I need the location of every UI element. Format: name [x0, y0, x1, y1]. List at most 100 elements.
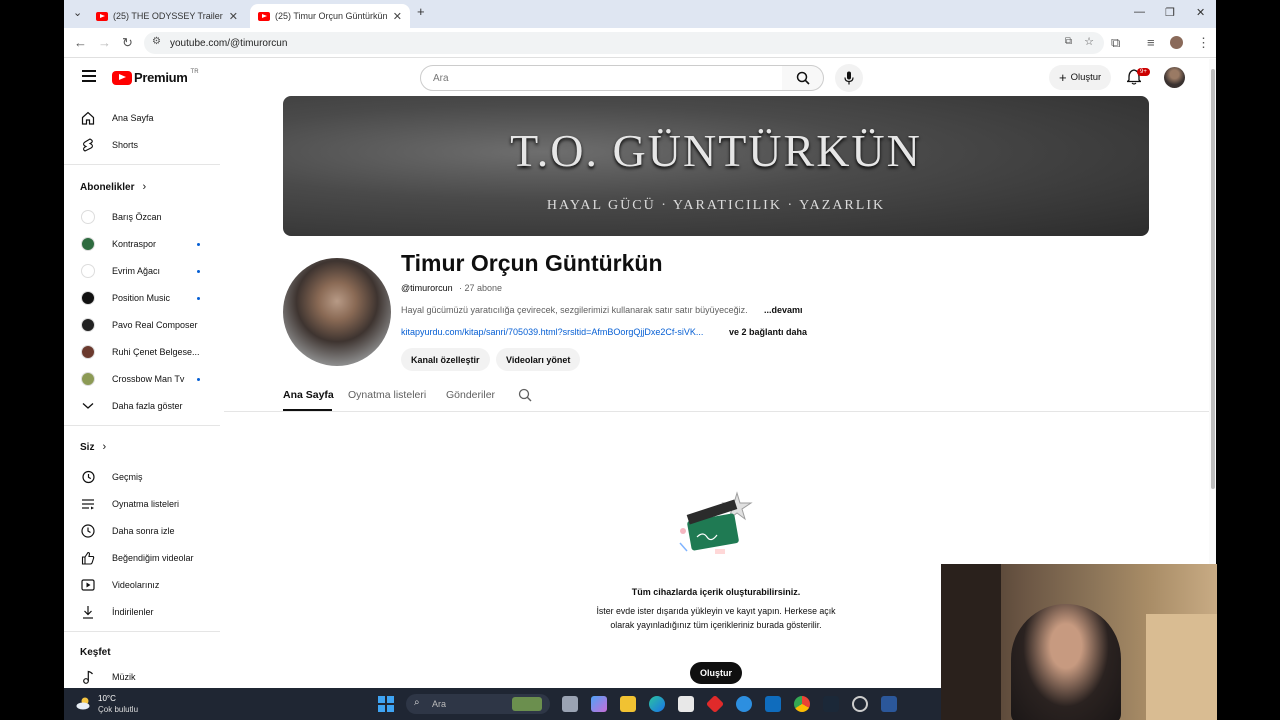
create-button[interactable]: + Oluştur: [1049, 65, 1112, 90]
shorts-icon: [80, 137, 96, 153]
more-links-button[interactable]: ve 2 bağlantı daha: [729, 327, 807, 337]
banner-title: T.O. GÜNTÜRKÜN: [510, 125, 922, 176]
app-red-icon[interactable]: [705, 694, 725, 714]
search-input[interactable]: Ara: [420, 65, 783, 91]
channel-search-icon[interactable]: [518, 388, 532, 402]
search-icon: ⌕: [414, 697, 420, 708]
sidebar-item-history[interactable]: Geçmiş: [80, 467, 216, 487]
close-window-icon[interactable]: ✕: [1196, 6, 1205, 19]
sidebar-item-music[interactable]: Müzik: [80, 667, 216, 687]
wall: [1146, 614, 1217, 720]
back-icon[interactable]: ←: [74, 35, 87, 50]
sidebar-item-liked-videos[interactable]: Beğendiğim videolar: [80, 548, 216, 568]
edge-icon[interactable]: [649, 696, 665, 712]
new-tab-icon[interactable]: +: [417, 4, 425, 19]
reload-icon[interactable]: ↻: [122, 35, 133, 51]
address-bar[interactable]: ⚙ youtube.com/@timurorcun ⧉ ☆: [144, 32, 1104, 54]
search-button[interactable]: [782, 65, 824, 91]
subscription-item[interactable]: Barış Özcan: [80, 207, 216, 227]
cloudy-weather-icon[interactable]: [76, 696, 92, 710]
tab-posts[interactable]: Gönderiler: [446, 389, 495, 401]
tab-playlists[interactable]: Oynatma listeleri: [348, 389, 426, 401]
sidebar-item-playlists[interactable]: Oynatma listeleri: [80, 494, 216, 514]
steam-icon[interactable]: [823, 696, 839, 712]
sidebar-item-label: Videolarınız: [112, 580, 160, 590]
task-view-icon[interactable]: [562, 696, 578, 712]
channel-banner: T.O. GÜNTÜRKÜN HAYAL GÜCÜ · YARATICILIK …: [283, 96, 1149, 236]
empty-state-create-button[interactable]: Oluştur: [690, 662, 742, 684]
banner-subtitle: HAYAL GÜCÜ · YARATICILIK · YAZARLIK: [546, 198, 886, 213]
channel-link[interactable]: kitapyurdu.com/kitap/sanri/705039.html?s…: [401, 327, 703, 337]
subscription-label: Crossbow Man Tv: [112, 374, 185, 384]
bookmark-star-icon[interactable]: ☆: [1084, 35, 1094, 48]
extensions-icon[interactable]: ⧉: [1111, 35, 1120, 51]
channel-avatar[interactable]: [283, 258, 391, 366]
explore-title: Keşfet: [80, 647, 111, 658]
chevron-right-icon: ›: [142, 181, 147, 193]
close-tab-icon[interactable]: ✕: [229, 10, 238, 23]
description-more-link[interactable]: ...devamı: [764, 305, 803, 315]
you-title: Siz: [80, 441, 95, 453]
outlook-icon[interactable]: [765, 696, 781, 712]
site-info-icon[interactable]: ⚙: [152, 36, 161, 47]
subscription-item[interactable]: Pavo Real Composer: [80, 315, 216, 335]
browser-tab[interactable]: (25) THE ODYSSEY Trailer Music ✕: [88, 4, 246, 28]
subscription-item[interactable]: Position Music: [80, 288, 216, 308]
voice-search-button[interactable]: [835, 64, 863, 92]
forward-icon[interactable]: →: [98, 35, 111, 50]
install-app-icon[interactable]: ⧉: [1065, 36, 1072, 47]
help-icon[interactable]: [736, 696, 752, 712]
subscription-label: Ruhi Çenet Belgese...: [112, 347, 200, 357]
empty-state-body: İster evde ister dışarıda yükleyin ve ka…: [596, 606, 836, 630]
account-avatar[interactable]: [1164, 67, 1185, 88]
plus-icon: +: [1059, 70, 1067, 85]
show-more-button[interactable]: Daha fazla göster: [80, 396, 216, 416]
sidebar-item-your-videos[interactable]: Videolarınız: [80, 575, 216, 595]
sidebar-item-home[interactable]: Ana Sayfa: [80, 108, 216, 128]
new-content-dot: [197, 377, 200, 381]
sidebar-item-label: Beğendiğim videolar: [112, 553, 194, 563]
file-explorer-icon[interactable]: [620, 696, 636, 712]
subscriptions-header[interactable]: Abonelikler ›: [80, 181, 146, 193]
word-icon[interactable]: [881, 696, 897, 712]
chrome-icon[interactable]: [794, 696, 810, 712]
scrollbar-thumb[interactable]: [1211, 69, 1215, 489]
sidebar-item-label: Geçmiş: [112, 472, 143, 482]
customize-channel-button[interactable]: Kanalı özelleştir: [401, 348, 490, 371]
tab-search-icon[interactable]: ⌄: [73, 6, 82, 19]
you-header[interactable]: Siz ›: [80, 441, 106, 453]
media-control-icon[interactable]: ≡: [1147, 35, 1155, 50]
taskbar-search[interactable]: ⌕ Ara: [406, 694, 550, 714]
subscription-item[interactable]: Ruhi Çenet Belgese...: [80, 342, 216, 362]
create-label: Oluştur: [1070, 72, 1102, 83]
logo-country-code: TR: [190, 68, 199, 75]
subscription-item[interactable]: Crossbow Man Tv: [80, 369, 216, 389]
subscription-label: Barış Özcan: [112, 212, 162, 222]
search-placeholder: Ara: [433, 72, 449, 84]
sidebar-item-watch-later[interactable]: Daha sonra izle: [80, 521, 216, 541]
manage-videos-button[interactable]: Videoları yönet: [496, 348, 581, 371]
channel-avatar-icon: [80, 290, 96, 306]
windows-start-icon[interactable]: [378, 696, 394, 712]
more-menu-icon[interactable]: ⋮: [1197, 35, 1210, 51]
copilot-icon[interactable]: [591, 696, 607, 712]
close-tab-icon[interactable]: ✕: [393, 10, 402, 23]
channel-description[interactable]: Hayal gücümüzü yaratıcılığa çevirecek, s…: [401, 305, 748, 315]
store-icon[interactable]: [678, 696, 694, 712]
sidebar-item-shorts[interactable]: Shorts: [80, 135, 216, 155]
tab-home[interactable]: Ana Sayfa: [283, 389, 334, 401]
minimize-icon[interactable]: —: [1134, 6, 1145, 18]
sidebar-item-label: Shorts: [112, 140, 139, 150]
channel-name: Timur Orçun Güntürkün: [401, 250, 663, 276]
explore-header: Keşfet: [80, 647, 111, 658]
browser-tab-active[interactable]: (25) Timur Orçun Güntürkün - Y ✕: [250, 4, 410, 28]
subscription-item[interactable]: Evrim Ağacı: [80, 261, 216, 281]
app-circle-icon[interactable]: [852, 696, 868, 712]
new-content-dot: [197, 269, 200, 273]
youtube-premium-logo[interactable]: Premium TR: [112, 68, 199, 85]
restore-icon[interactable]: ❐: [1165, 6, 1175, 19]
sidebar-item-downloads[interactable]: İndirilenler: [80, 602, 216, 622]
profile-avatar-icon[interactable]: [1170, 36, 1183, 49]
guide-menu-icon[interactable]: [82, 70, 96, 82]
subscription-item[interactable]: Kontraspor: [80, 234, 216, 254]
